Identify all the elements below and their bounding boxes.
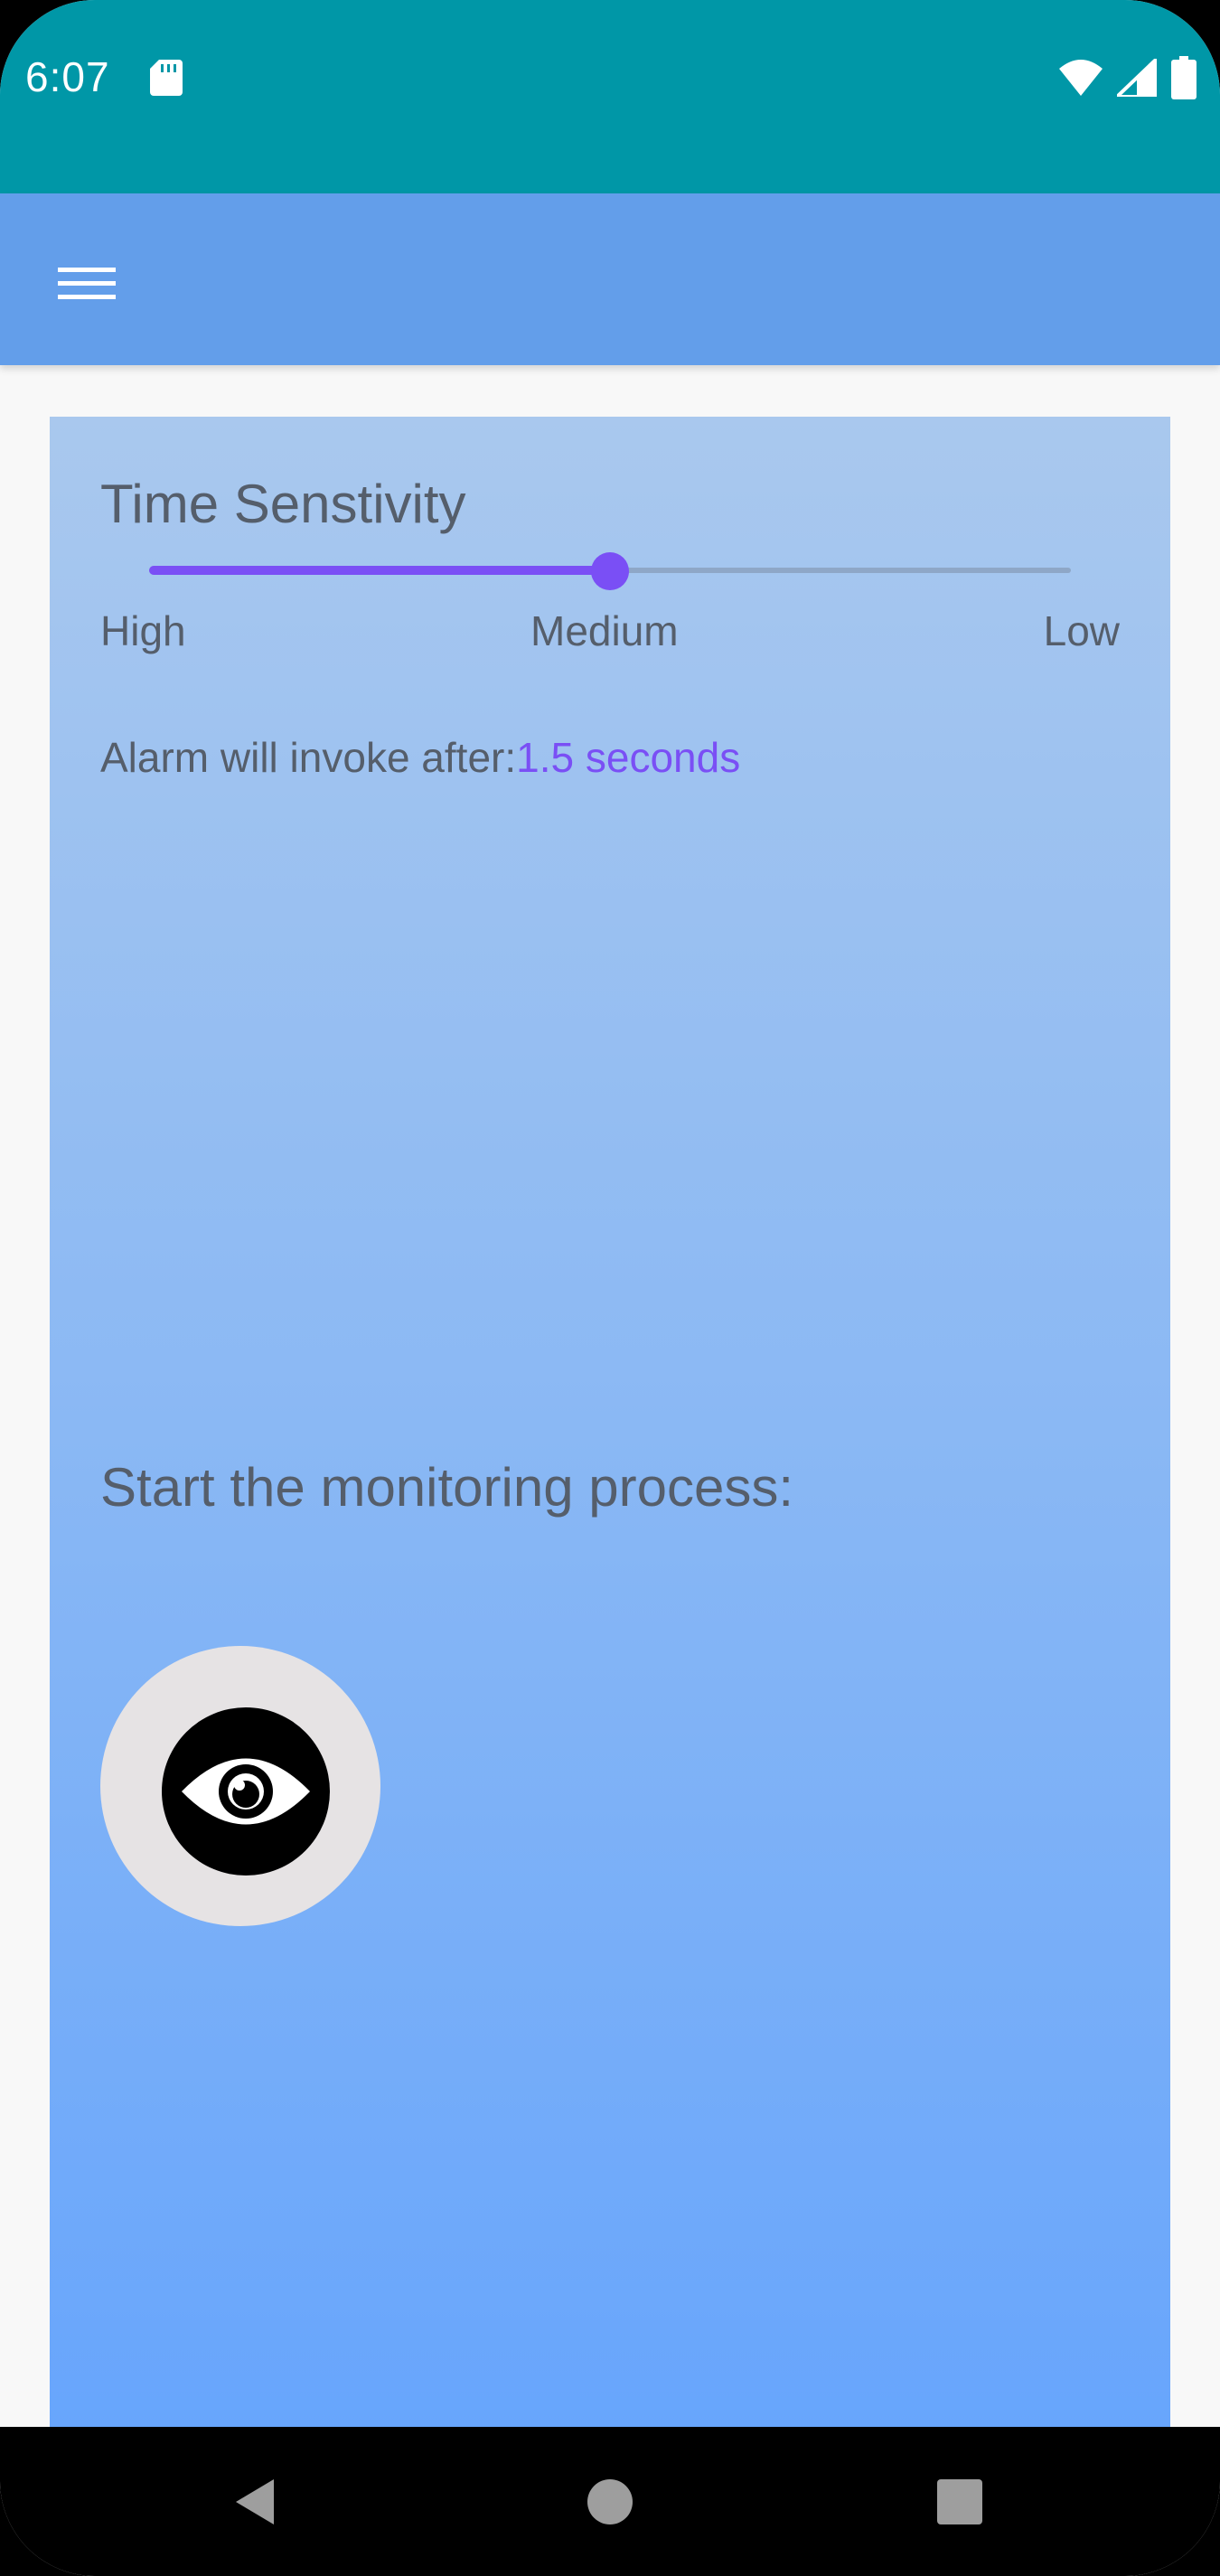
- slider-label-high: High: [100, 607, 186, 654]
- monitor-label: Start the monitoring process:: [100, 1457, 794, 1518]
- slider-label-medium: Medium: [530, 607, 679, 654]
- status-bar: 6:07: [0, 0, 1220, 193]
- alarm-text: Alarm will invoke after:1.5 seconds: [100, 733, 740, 782]
- back-button[interactable]: [214, 2461, 296, 2543]
- app-bar: [0, 193, 1220, 365]
- slider-thumb[interactable]: [591, 552, 629, 590]
- sensitivity-title: Time Senstivity: [100, 474, 466, 534]
- slider-label-low: Low: [1043, 607, 1120, 654]
- device-screen: 6:07 Time Senstivity High Medium Low Ala…: [0, 0, 1220, 2576]
- sensitivity-slider[interactable]: [149, 552, 1071, 590]
- status-icons: [1059, 56, 1197, 99]
- hamburger-menu-icon: [58, 268, 116, 299]
- wifi-icon: [1059, 60, 1103, 96]
- home-icon: [587, 2479, 633, 2524]
- sensitivity-card: Time Senstivity High Medium Low Alarm wi…: [50, 417, 1170, 2441]
- back-icon: [236, 2479, 274, 2524]
- navigation-bar: [0, 2427, 1220, 2576]
- alarm-label: Alarm will invoke after:: [100, 734, 517, 781]
- recents-icon: [937, 2479, 982, 2524]
- recents-button[interactable]: [919, 2461, 1000, 2543]
- alarm-value: 1.5 seconds: [516, 734, 741, 781]
- status-time: 6:07: [25, 53, 110, 100]
- start-monitoring-button[interactable]: [100, 1646, 380, 1926]
- menu-button[interactable]: [42, 249, 132, 313]
- slider-fill: [149, 566, 610, 575]
- home-button[interactable]: [569, 2461, 651, 2543]
- sd-card-icon: [150, 60, 183, 96]
- eye-icon: [182, 1758, 310, 1825]
- eye-button-inner: [162, 1707, 330, 1876]
- signal-icon: [1117, 59, 1157, 97]
- battery-icon: [1171, 56, 1197, 99]
